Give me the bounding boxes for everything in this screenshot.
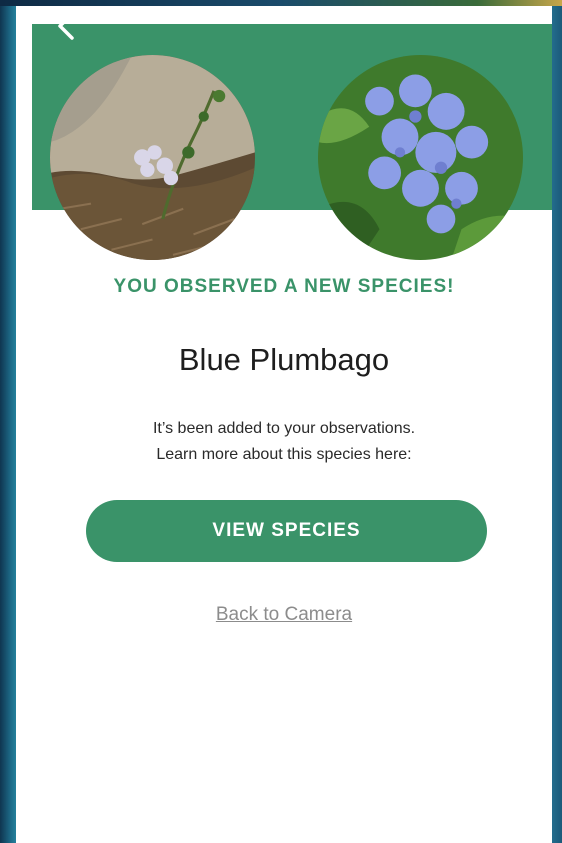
back-to-camera-link[interactable]: Back to Camera — [16, 604, 552, 626]
reference-photo-image — [318, 55, 523, 260]
new-species-headline: YOU OBSERVED A NEW SPECIES! — [113, 276, 455, 297]
chevron-left-icon — [58, 12, 74, 40]
species-name: Blue Plumbago — [178, 342, 390, 377]
reference-photo — [318, 55, 523, 260]
message-line-1: It’s been added to your observations. — [152, 420, 416, 437]
observed-photo — [50, 55, 255, 260]
added-message: It’s been added to your observations. Le… — [16, 416, 552, 468]
message-line-2: Learn more about this species here: — [156, 446, 412, 463]
back-button[interactable] — [54, 6, 84, 46]
species-result-card: YOU OBSERVED A NEW SPECIES! Blue Plumbag… — [16, 6, 552, 843]
view-species-button[interactable]: VIEW SPECIES — [86, 500, 487, 562]
observed-photo-image — [50, 55, 255, 260]
